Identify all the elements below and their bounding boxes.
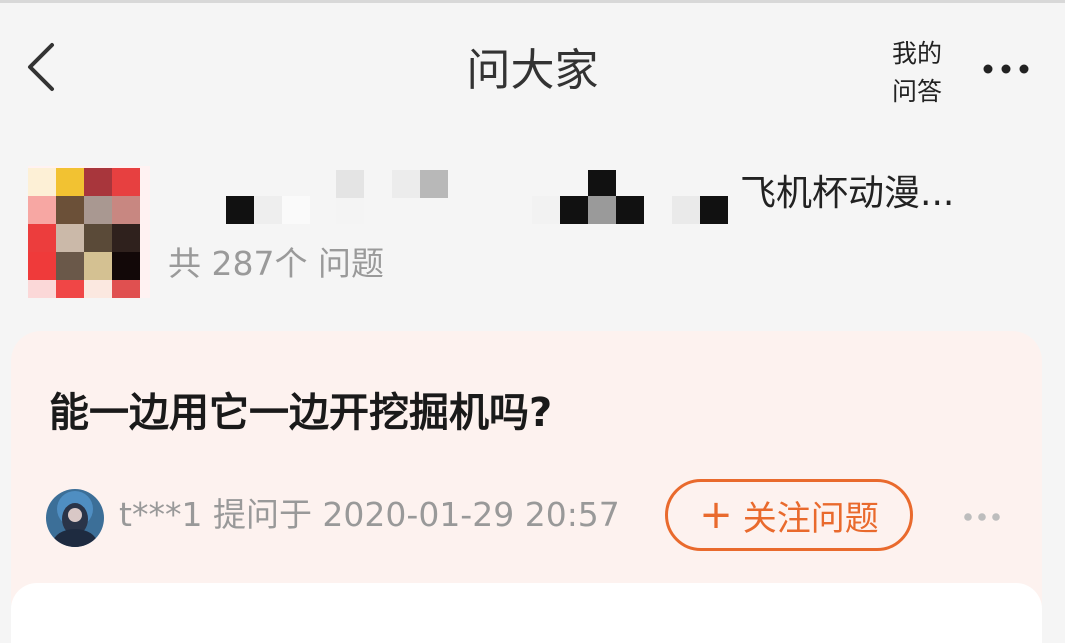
question-more-button[interactable] [961, 505, 1005, 529]
product-name: 飞机杯动漫... [740, 173, 955, 214]
my-qa-label-line1: 我的 [892, 39, 943, 68]
avatar-image [46, 489, 104, 547]
asked-time: 提问于 2020-01-29 20:57 [212, 495, 620, 534]
answer-card [11, 583, 1042, 643]
my-qa-label-line2: 问答 [892, 77, 943, 106]
back-button[interactable] [22, 41, 62, 93]
follow-question-button[interactable]: + 关注问题 [665, 479, 913, 551]
follow-question-label: 关注问题 [742, 498, 879, 539]
asker-name: t***1 [119, 495, 203, 534]
chevron-left-icon [28, 43, 54, 91]
more-horizontal-icon [983, 64, 1029, 74]
product-summary[interactable]: 飞机杯动漫... 共 287个 问题 [0, 160, 1065, 300]
my-qa-button[interactable]: 我的 问答 [892, 35, 956, 111]
nav-header: 问大家 我的 问答 [0, 3, 1065, 133]
avatar[interactable] [46, 489, 104, 547]
product-name-pixelated [226, 170, 728, 224]
question-text: 能一边用它一边开挖掘机吗? [49, 390, 553, 436]
product-thumbnail-pixelated [28, 166, 150, 298]
asker-info: t***1 提问于 2020-01-29 20:57 [119, 493, 620, 537]
plus-icon: + [699, 492, 733, 538]
question-count: 共 287个 问题 [168, 244, 384, 283]
more-horizontal-icon [964, 513, 1000, 521]
more-button[interactable] [978, 47, 1038, 87]
